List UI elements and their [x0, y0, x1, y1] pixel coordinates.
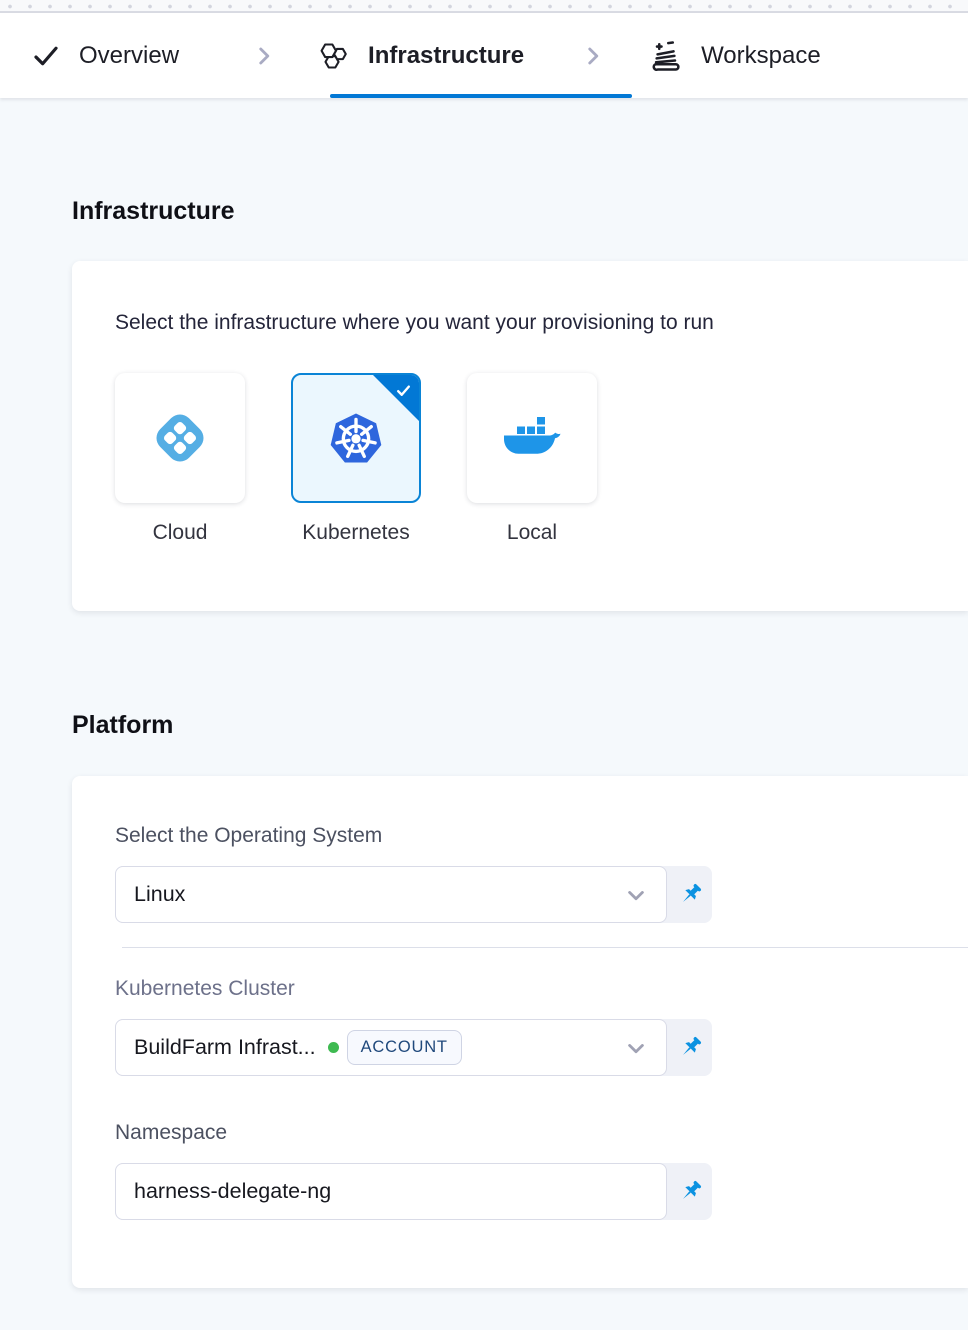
connector-status-dot: [328, 1042, 339, 1053]
stage-stepper: Overview Infrastructure: [0, 13, 968, 98]
tab-infrastructure-label: Infrastructure: [368, 42, 524, 70]
cloud-tile[interactable]: [115, 373, 245, 503]
option-local: Local: [467, 373, 597, 545]
selected-check-icon: [395, 382, 412, 399]
cluster-select[interactable]: BuildFarm Infrast... ACCOUNT: [115, 1019, 667, 1076]
namespace-input[interactable]: harness-delegate-ng: [115, 1163, 667, 1220]
infrastructure-card: Select the infrastructure where you want…: [72, 261, 968, 611]
option-kubernetes: Kubernetes: [291, 373, 421, 545]
cloud-label: Cloud: [153, 521, 208, 545]
cluster-pin-button[interactable]: [667, 1019, 712, 1076]
docker-icon: [502, 414, 562, 462]
canvas-dotted-strip: [0, 0, 968, 13]
pin-icon: [675, 1177, 705, 1207]
os-select[interactable]: Linux: [115, 866, 667, 923]
kubernetes-label: Kubernetes: [302, 521, 409, 545]
kubernetes-tile[interactable]: [291, 373, 421, 503]
main-content: Infrastructure Select the infrastructure…: [0, 197, 968, 1288]
local-tile[interactable]: [467, 373, 597, 503]
chevron-right-icon: [251, 41, 277, 71]
tab-overview-label: Overview: [79, 42, 179, 70]
chevron-down-icon: [622, 881, 650, 909]
namespace-input-value: harness-delegate-ng: [134, 1179, 331, 1204]
cloud-icon: [151, 409, 209, 467]
pin-icon: [675, 1033, 705, 1063]
platform-card: Select the Operating System Linux: [72, 776, 968, 1288]
tab-overview[interactable]: Overview: [30, 40, 179, 72]
os-select-group: Linux: [115, 866, 712, 923]
os-field-label: Select the Operating System: [115, 824, 968, 848]
chevron-right-icon: [580, 41, 606, 71]
tab-workspace[interactable]: Workspace: [648, 38, 821, 74]
hexagons-icon: [317, 40, 351, 72]
cluster-select-group: BuildFarm Infrast... ACCOUNT: [115, 1019, 712, 1076]
tab-workspace-label: Workspace: [701, 42, 821, 70]
cluster-field-label: Kubernetes Cluster: [115, 977, 968, 1001]
scope-badge: ACCOUNT: [347, 1030, 462, 1065]
local-label: Local: [507, 521, 557, 545]
active-tab-underline: [330, 94, 632, 98]
cluster-select-value: BuildFarm Infrast...: [134, 1035, 316, 1060]
namespace-field-label: Namespace: [115, 1121, 968, 1145]
check-icon: [30, 40, 62, 72]
option-cloud: Cloud: [115, 373, 245, 545]
os-pin-button[interactable]: [667, 866, 712, 923]
infrastructure-prompt: Select the infrastructure where you want…: [115, 311, 968, 335]
namespace-pin-button[interactable]: [667, 1163, 712, 1220]
platform-section-title: Platform: [72, 711, 968, 740]
infrastructure-options: Cloud: [115, 373, 968, 545]
section-divider: [122, 947, 968, 948]
tab-infrastructure[interactable]: Infrastructure: [317, 40, 524, 72]
os-select-value: Linux: [134, 882, 185, 907]
chevron-down-icon: [622, 1034, 650, 1062]
namespace-input-group: harness-delegate-ng: [115, 1163, 712, 1220]
infrastructure-setup-page: Overview Infrastructure: [0, 0, 968, 1330]
infrastructure-section-title: Infrastructure: [72, 197, 968, 226]
pin-icon: [675, 880, 705, 910]
stack-icon: [648, 38, 684, 74]
